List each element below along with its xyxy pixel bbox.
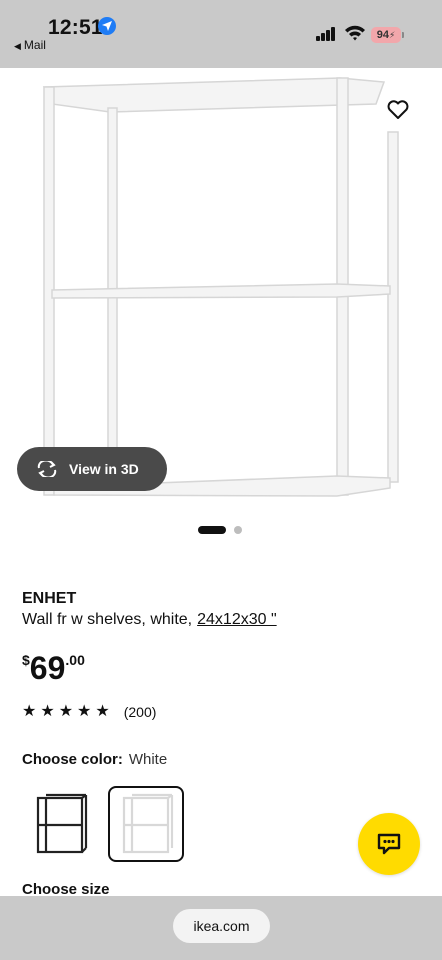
star-icon: ★ xyxy=(58,703,74,720)
black-shelf-thumbnail xyxy=(36,793,88,854)
location-icon xyxy=(98,17,116,35)
cellular-signal-icon xyxy=(316,27,336,41)
price-currency: $ xyxy=(22,652,30,668)
status-time: 12:51 xyxy=(48,16,103,39)
product-description-text: Wall fr w shelves, white, xyxy=(22,611,193,628)
url-bar[interactable]: ikea.com xyxy=(173,909,270,943)
white-shelf-thumbnail xyxy=(122,793,174,854)
product-price: $69.00 xyxy=(22,650,85,687)
product-rating[interactable]: ★ ★ ★ ★ ★ (200) xyxy=(22,703,157,721)
view-in-3d-button[interactable]: View in 3D xyxy=(17,447,167,491)
status-bar: 12:51 ◀ Mail 94⚡ xyxy=(0,0,442,68)
favorite-heart-button[interactable] xyxy=(384,96,412,124)
color-swatch-white[interactable] xyxy=(108,786,184,862)
battery-level: 94 xyxy=(376,29,389,41)
review-count: (200) xyxy=(123,704,157,720)
star-icon: ★ xyxy=(40,703,55,720)
star-icon: ★ xyxy=(77,703,92,720)
carousel-dot-active[interactable] xyxy=(198,526,226,534)
back-mail-label: Mail xyxy=(23,38,46,52)
color-swatch-black[interactable] xyxy=(22,786,98,862)
back-to-mail-link[interactable]: ◀ Mail xyxy=(14,38,46,52)
price-decimal: .00 xyxy=(65,652,85,668)
chat-button[interactable] xyxy=(358,813,420,875)
heart-icon xyxy=(387,100,409,119)
choose-color-row: Choose color: White xyxy=(22,751,167,768)
back-arrow-icon: ◀ xyxy=(14,41,21,51)
star-icon: ★ xyxy=(95,703,110,720)
product-size-link[interactable]: 24x12x30 " xyxy=(197,611,277,628)
chat-icon xyxy=(377,833,401,855)
price-integer: 69 xyxy=(29,650,66,686)
view-in-3d-label: View in 3D xyxy=(69,461,139,477)
product-description: Wall fr w shelves, white, 24x12x30 " xyxy=(22,611,277,629)
carousel-dot[interactable] xyxy=(234,526,242,534)
battery-icon: 94⚡ xyxy=(371,27,401,43)
choose-color-label: Choose color: xyxy=(22,751,123,768)
browser-bottom-bar: ikea.com xyxy=(0,896,442,960)
selected-color-value: White xyxy=(128,751,168,768)
star-icon: ★ xyxy=(22,703,37,720)
product-brand: ENHET xyxy=(22,590,77,607)
rotate-3d-icon xyxy=(37,461,57,477)
wifi-icon xyxy=(344,24,366,47)
